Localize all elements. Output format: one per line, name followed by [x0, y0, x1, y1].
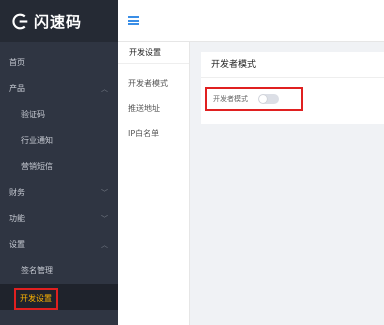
sidebar-item-label: 产品	[9, 84, 25, 93]
sidebar-item-label: 功能	[9, 214, 25, 223]
top-header	[118, 0, 384, 42]
sidebar-item-industry-notice[interactable]: 行业通知	[0, 128, 118, 154]
sidebar-item-marketing-sms[interactable]: 营销短信	[0, 154, 118, 180]
secondary-menu: 开发设置 开发者模式 推送地址 IP白名单	[118, 42, 190, 325]
sidebar-item-label: 财务	[9, 188, 25, 197]
sidebar-nav: 首页 产品 ︿ 验证码 行业通知 营销短信 财务 ﹀ 功能 ﹀ 设置 ︿ 签名管理 开发…	[0, 42, 118, 310]
chevron-down-icon: ﹀	[101, 215, 108, 223]
chevron-up-icon: ︿	[101, 241, 108, 249]
hamburger-menu-icon[interactable]	[128, 16, 139, 25]
sidebar-item-label: 设置	[9, 240, 25, 249]
brand-logo-icon	[12, 13, 28, 29]
main-content: 开发者模式 开发者模式	[190, 42, 384, 325]
sidebar-item-label: 开发设置	[14, 288, 58, 310]
sidebar-item-verification-code[interactable]: 验证码	[0, 102, 118, 128]
sidebar-item-label: 验证码	[21, 110, 45, 119]
sidebar-item-label: 行业通知	[21, 136, 53, 145]
sidebar: 闪速码 首页 产品 ︿ 验证码 行业通知 营销短信 财务 ﹀ 功能 ﹀ 设置 ︿ 签名管…	[0, 0, 118, 325]
sidebar-item-label: 营销短信	[21, 162, 53, 171]
developer-mode-toggle[interactable]	[258, 94, 279, 104]
toggle-knob	[259, 95, 267, 103]
submenu-item-ip-whitelist[interactable]: IP白名单	[118, 121, 189, 146]
sidebar-item-developer-settings[interactable]: 开发设置	[0, 284, 118, 310]
sidebar-item-label: 签名管理	[21, 266, 53, 275]
developer-mode-card: 开发者模式 开发者模式	[201, 52, 384, 124]
card-title: 开发者模式	[201, 52, 384, 78]
sidebar-item-features[interactable]: 功能 ﹀	[0, 206, 118, 232]
sidebar-item-home[interactable]: 首页	[0, 50, 118, 76]
chevron-up-icon: ︿	[101, 85, 108, 93]
submenu-item-developer-mode[interactable]: 开发者模式	[118, 71, 189, 96]
sidebar-item-settings[interactable]: 设置 ︿	[0, 232, 118, 258]
setting-label: 开发者模式	[213, 95, 248, 103]
sidebar-item-finance[interactable]: 财务 ﹀	[0, 180, 118, 206]
developer-mode-setting: 开发者模式	[205, 87, 303, 111]
logo[interactable]: 闪速码	[0, 0, 118, 42]
chevron-down-icon: ﹀	[101, 189, 108, 197]
secondary-menu-title: 开发设置	[118, 42, 189, 64]
submenu-item-push-url[interactable]: 推送地址	[118, 96, 189, 121]
brand-name: 闪速码	[34, 12, 83, 31]
sidebar-item-label: 首页	[9, 58, 25, 67]
app-window: 闪速码 首页 产品 ︿ 验证码 行业通知 营销短信 财务 ﹀ 功能 ﹀ 设置 ︿ 签名管…	[0, 0, 384, 325]
sidebar-item-product[interactable]: 产品 ︿	[0, 76, 118, 102]
sidebar-item-signature-management[interactable]: 签名管理	[0, 258, 118, 284]
